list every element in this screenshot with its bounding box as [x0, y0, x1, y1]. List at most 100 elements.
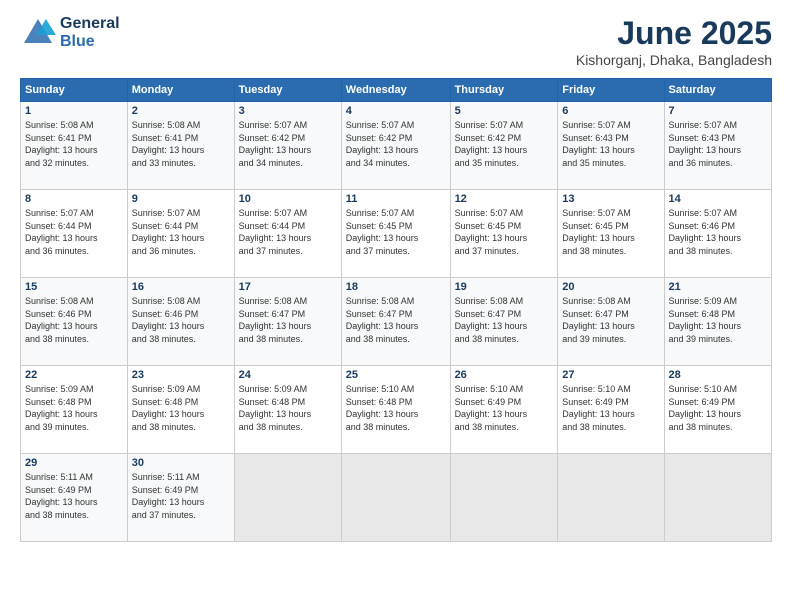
- daylight-text: Daylight: 13 hoursand 37 minutes.: [132, 496, 230, 521]
- sunrise-text: Sunrise: 5:07 AM: [25, 207, 123, 220]
- day-info: Sunrise: 5:07 AMSunset: 6:45 PMDaylight:…: [346, 207, 446, 257]
- day-number: 27: [562, 369, 659, 381]
- sunrise-text: Sunrise: 5:08 AM: [239, 295, 337, 308]
- calendar-cell: 26Sunrise: 5:10 AMSunset: 6:49 PMDayligh…: [450, 366, 558, 454]
- day-info: Sunrise: 5:07 AMSunset: 6:44 PMDaylight:…: [132, 207, 230, 257]
- daylight-text: Daylight: 13 hoursand 32 minutes.: [25, 144, 123, 169]
- day-info: Sunrise: 5:08 AMSunset: 6:47 PMDaylight:…: [455, 295, 554, 345]
- sunset-text: Sunset: 6:41 PM: [132, 132, 230, 145]
- day-info: Sunrise: 5:09 AMSunset: 6:48 PMDaylight:…: [239, 383, 337, 433]
- day-number: 19: [455, 281, 554, 293]
- sunrise-text: Sunrise: 5:07 AM: [239, 207, 337, 220]
- day-number: 25: [346, 369, 446, 381]
- daylight-text: Daylight: 13 hoursand 38 minutes.: [132, 320, 230, 345]
- sunrise-text: Sunrise: 5:10 AM: [346, 383, 446, 396]
- sunrise-text: Sunrise: 5:07 AM: [562, 207, 659, 220]
- day-info: Sunrise: 5:11 AMSunset: 6:49 PMDaylight:…: [25, 471, 123, 521]
- calendar-cell: [234, 454, 341, 542]
- sunrise-text: Sunrise: 5:10 AM: [562, 383, 659, 396]
- calendar-cell: 21Sunrise: 5:09 AMSunset: 6:48 PMDayligh…: [664, 278, 771, 366]
- day-number: 7: [669, 105, 767, 117]
- day-info: Sunrise: 5:07 AMSunset: 6:46 PMDaylight:…: [669, 207, 767, 257]
- day-number: 2: [132, 105, 230, 117]
- weekday-header-thursday: Thursday: [450, 79, 558, 102]
- daylight-text: Daylight: 13 hoursand 38 minutes.: [669, 408, 767, 433]
- day-info: Sunrise: 5:08 AMSunset: 6:47 PMDaylight:…: [239, 295, 337, 345]
- sunrise-text: Sunrise: 5:07 AM: [239, 119, 337, 132]
- weekday-header-sunday: Sunday: [21, 79, 128, 102]
- day-info: Sunrise: 5:10 AMSunset: 6:49 PMDaylight:…: [562, 383, 659, 433]
- sunset-text: Sunset: 6:49 PM: [132, 484, 230, 497]
- calendar-cell: 5Sunrise: 5:07 AMSunset: 6:42 PMDaylight…: [450, 102, 558, 190]
- daylight-text: Daylight: 13 hoursand 34 minutes.: [239, 144, 337, 169]
- calendar-cell: 14Sunrise: 5:07 AMSunset: 6:46 PMDayligh…: [664, 190, 771, 278]
- daylight-text: Daylight: 13 hoursand 38 minutes.: [455, 320, 554, 345]
- daylight-text: Daylight: 13 hoursand 38 minutes.: [25, 496, 123, 521]
- day-info: Sunrise: 5:07 AMSunset: 6:44 PMDaylight:…: [25, 207, 123, 257]
- day-number: 13: [562, 193, 659, 205]
- sunset-text: Sunset: 6:45 PM: [562, 220, 659, 233]
- daylight-text: Daylight: 13 hoursand 38 minutes.: [562, 408, 659, 433]
- calendar-cell: 9Sunrise: 5:07 AMSunset: 6:44 PMDaylight…: [127, 190, 234, 278]
- sunrise-text: Sunrise: 5:08 AM: [455, 295, 554, 308]
- calendar-cell: 28Sunrise: 5:10 AMSunset: 6:49 PMDayligh…: [664, 366, 771, 454]
- weekday-header-saturday: Saturday: [664, 79, 771, 102]
- daylight-text: Daylight: 13 hoursand 38 minutes.: [25, 320, 123, 345]
- day-number: 5: [455, 105, 554, 117]
- sunrise-text: Sunrise: 5:08 AM: [25, 119, 123, 132]
- daylight-text: Daylight: 13 hoursand 38 minutes.: [562, 232, 659, 257]
- calendar-cell: 13 Sunrise: 5:07 AMSunset: 6:45 PMDayligh…: [558, 190, 664, 278]
- day-info: Sunrise: 5:09 AMSunset: 6:48 PMDaylight:…: [25, 383, 123, 433]
- daylight-text: Daylight: 13 hoursand 38 minutes.: [239, 408, 337, 433]
- calendar-cell: 3Sunrise: 5:07 AMSunset: 6:42 PMDaylight…: [234, 102, 341, 190]
- daylight-text: Daylight: 13 hoursand 36 minutes.: [669, 144, 767, 169]
- day-number: 1: [25, 105, 123, 117]
- day-info: Sunrise: 5:07 AMSunset: 6:44 PMDaylight:…: [239, 207, 337, 257]
- calendar-cell: [558, 454, 664, 542]
- sunrise-text: Sunrise: 5:09 AM: [239, 383, 337, 396]
- sunset-text: Sunset: 6:48 PM: [669, 308, 767, 321]
- sunrise-text: Sunrise: 5:10 AM: [669, 383, 767, 396]
- calendar-cell: 24Sunrise: 5:09 AMSunset: 6:48 PMDayligh…: [234, 366, 341, 454]
- calendar-cell: 6Sunrise: 5:07 AMSunset: 6:43 PMDaylight…: [558, 102, 664, 190]
- calendar-cell: 16Sunrise: 5:08 AMSunset: 6:46 PMDayligh…: [127, 278, 234, 366]
- sunset-text: Sunset: 6:43 PM: [562, 132, 659, 145]
- sunset-text: Sunset: 6:46 PM: [669, 220, 767, 233]
- sunset-text: Sunset: 6:49 PM: [669, 396, 767, 409]
- daylight-text: Daylight: 13 hoursand 36 minutes.: [25, 232, 123, 257]
- day-number: 12: [455, 193, 554, 205]
- page-header: General Blue June 2025 Kishorganj, Dhaka…: [20, 15, 772, 68]
- sunset-text: Sunset: 6:44 PM: [132, 220, 230, 233]
- daylight-text: Daylight: 13 hoursand 38 minutes.: [132, 408, 230, 433]
- calendar-cell: 19 Sunrise: 5:08 AMSunset: 6:47 PMDayligh…: [450, 278, 558, 366]
- calendar-cell: 17Sunrise: 5:08 AMSunset: 6:47 PMDayligh…: [234, 278, 341, 366]
- calendar-cell: 2Sunrise: 5:08 AMSunset: 6:41 PMDaylight…: [127, 102, 234, 190]
- daylight-text: Daylight: 13 hoursand 36 minutes.: [132, 232, 230, 257]
- logo: General Blue: [20, 15, 120, 51]
- calendar-cell: 10Sunrise: 5:07 AMSunset: 6:44 PMDayligh…: [234, 190, 341, 278]
- calendar-cell: 7Sunrise: 5:07 AMSunset: 6:43 PMDaylight…: [664, 102, 771, 190]
- daylight-text: Daylight: 13 hoursand 35 minutes.: [455, 144, 554, 169]
- daylight-text: Daylight: 13 hoursand 39 minutes.: [25, 408, 123, 433]
- day-info: Sunrise: 5:08 AMSunset: 6:46 PMDaylight:…: [132, 295, 230, 345]
- calendar-cell: 25Sunrise: 5:10 AMSunset: 6:48 PMDayligh…: [341, 366, 450, 454]
- calendar-cell: [664, 454, 771, 542]
- sunset-text: Sunset: 6:48 PM: [132, 396, 230, 409]
- daylight-text: Daylight: 13 hoursand 35 minutes.: [562, 144, 659, 169]
- day-info: Sunrise: 5:11 AMSunset: 6:49 PMDaylight:…: [132, 471, 230, 521]
- sunrise-text: Sunrise: 5:09 AM: [669, 295, 767, 308]
- sunset-text: Sunset: 6:45 PM: [455, 220, 554, 233]
- sunset-text: Sunset: 6:43 PM: [669, 132, 767, 145]
- daylight-text: Daylight: 13 hoursand 37 minutes.: [239, 232, 337, 257]
- month-title: June 2025: [576, 15, 772, 52]
- daylight-text: Daylight: 13 hoursand 38 minutes.: [239, 320, 337, 345]
- sunset-text: Sunset: 6:49 PM: [562, 396, 659, 409]
- logo-icon: [20, 15, 56, 51]
- day-number: 8: [25, 193, 123, 205]
- day-info: Sunrise: 5:09 AMSunset: 6:48 PMDaylight:…: [669, 295, 767, 345]
- sunset-text: Sunset: 6:48 PM: [25, 396, 123, 409]
- daylight-text: Daylight: 13 hoursand 39 minutes.: [669, 320, 767, 345]
- sunset-text: Sunset: 6:46 PM: [25, 308, 123, 321]
- calendar-cell: [341, 454, 450, 542]
- sunset-text: Sunset: 6:42 PM: [455, 132, 554, 145]
